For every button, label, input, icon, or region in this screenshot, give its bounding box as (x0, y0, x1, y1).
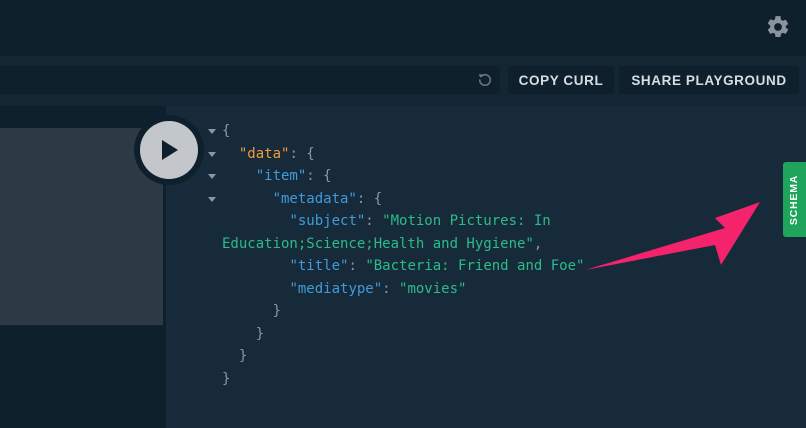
json-key: "metadata" (272, 190, 357, 207)
toolbar: COPY CURL SHARE PLAYGROUND (0, 56, 806, 106)
result-line: "title": "Bacteria: Friend and Foe" (222, 255, 584, 278)
result-line: { (222, 120, 584, 143)
json-punctuation: } (238, 348, 248, 364)
query-tab-strip (0, 110, 166, 128)
json-string: "Bacteria: Friend and Foe" (365, 258, 585, 274)
json-punctuation: { (222, 123, 231, 139)
result-line: "item": { (222, 165, 584, 188)
json-punctuation: : (348, 258, 366, 274)
json-string: "movies" (399, 280, 467, 297)
result-line: } (222, 323, 584, 346)
result-line: "mediatype": "movies" (222, 278, 584, 301)
json-punctuation: : (382, 280, 400, 297)
fold-toggle-icon[interactable] (208, 129, 216, 134)
top-bar (0, 0, 806, 56)
json-punctuation: } (255, 325, 265, 342)
copy-curl-button[interactable]: COPY CURL (508, 66, 614, 94)
fold-toggle-icon[interactable] (208, 151, 216, 157)
json-punctuation: , (533, 235, 543, 252)
json-key: "mediatype" (289, 280, 383, 297)
schema-tab-label: SCHEMA (788, 174, 801, 225)
result-line: } (222, 300, 584, 323)
json-key: "title" (289, 258, 349, 274)
result-line: "subject": "Motion Pictures: In (222, 210, 584, 233)
json-punctuation: } (222, 370, 231, 387)
result-json: { "data": { "item": { "metadata": { "sub… (222, 120, 584, 390)
result-line: "metadata": { (222, 188, 584, 211)
json-key: "data" (238, 145, 290, 162)
json-punctuation: : { (356, 190, 383, 207)
endpoint-url-input[interactable] (0, 66, 500, 94)
fold-toggle-icon[interactable] (208, 196, 216, 202)
json-key: "item" (255, 168, 307, 184)
fold-toggle-icon[interactable] (208, 174, 216, 179)
json-punctuation: : { (289, 145, 315, 162)
run-query-button[interactable] (134, 115, 204, 185)
reset-icon[interactable] (476, 71, 494, 89)
result-line: } (222, 345, 584, 368)
play-icon (162, 140, 178, 160)
schema-tab[interactable]: SCHEMA (783, 162, 806, 237)
json-punctuation: } (272, 303, 282, 319)
result-line: Education;Science;Health and Hygiene", (222, 233, 584, 256)
json-key: "subject" (289, 213, 366, 229)
result-line: } (222, 368, 584, 391)
json-string: Education;Science;Health and Hygiene" (222, 235, 534, 252)
gear-icon[interactable] (765, 14, 791, 40)
json-punctuation: : (365, 213, 383, 229)
share-playground-button[interactable]: SHARE PLAYGROUND (619, 66, 799, 94)
json-string: "Motion Pictures: In (382, 213, 551, 229)
arrow-annotation (585, 202, 760, 270)
json-punctuation: : { (306, 168, 332, 184)
result-line: "data": { (222, 143, 584, 166)
